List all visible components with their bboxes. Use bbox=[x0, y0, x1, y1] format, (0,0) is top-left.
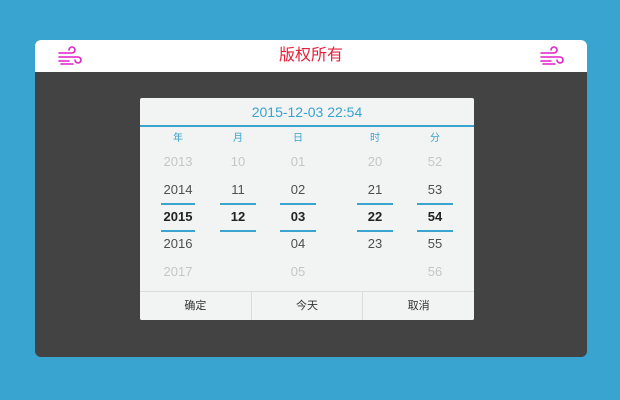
hour-option[interactable]: 23 bbox=[357, 234, 393, 254]
selection-line bbox=[417, 203, 453, 205]
picker-current-value: 2015-12-03 22:54 bbox=[140, 98, 474, 127]
minute-column[interactable]: 分 52 53 54 55 56 bbox=[417, 128, 453, 288]
minute-option-selected[interactable]: 54 bbox=[417, 207, 453, 227]
year-option[interactable]: 2016 bbox=[158, 234, 198, 254]
minute-option[interactable]: 56 bbox=[417, 262, 453, 282]
selection-line bbox=[220, 230, 256, 232]
hour-column[interactable]: 时 20 21 22 23 bbox=[357, 128, 393, 288]
wind-icon[interactable] bbox=[539, 45, 565, 67]
day-option[interactable]: 04 bbox=[280, 234, 316, 254]
selection-line bbox=[220, 203, 256, 205]
day-option[interactable]: 05 bbox=[280, 262, 316, 282]
hour-option[interactable]: 21 bbox=[357, 180, 393, 200]
confirm-button[interactable]: 确定 bbox=[140, 292, 252, 320]
month-column[interactable]: 月 10 11 12 bbox=[220, 128, 256, 288]
year-option[interactable]: 2014 bbox=[158, 180, 198, 200]
month-option[interactable]: 11 bbox=[220, 180, 256, 200]
column-label-year: 年 bbox=[173, 133, 183, 144]
day-column[interactable]: 日 01 02 03 04 05 bbox=[280, 128, 316, 288]
selection-line bbox=[161, 230, 195, 232]
minute-option[interactable]: 53 bbox=[417, 180, 453, 200]
column-label-day: 日 bbox=[293, 133, 303, 144]
year-option-selected[interactable]: 2015 bbox=[158, 207, 198, 227]
app-window: 版权所有 2015-12-03 22:54 年 2013 2014 2015 2… bbox=[35, 40, 587, 357]
day-option-selected[interactable]: 03 bbox=[280, 207, 316, 227]
cancel-button[interactable]: 取消 bbox=[363, 292, 474, 320]
month-option-selected[interactable]: 12 bbox=[220, 207, 256, 227]
year-column[interactable]: 年 2013 2014 2015 2016 2017 bbox=[158, 128, 198, 288]
month-option[interactable]: 10 bbox=[220, 152, 256, 172]
hour-option[interactable] bbox=[357, 262, 393, 282]
selection-line bbox=[357, 203, 393, 205]
month-option[interactable] bbox=[220, 234, 256, 254]
hour-option-selected[interactable]: 22 bbox=[357, 207, 393, 227]
column-label-month: 月 bbox=[233, 133, 243, 144]
column-label-minute: 分 bbox=[430, 133, 440, 144]
hour-option[interactable]: 20 bbox=[357, 152, 393, 172]
month-option[interactable] bbox=[220, 262, 256, 282]
minute-option[interactable]: 55 bbox=[417, 234, 453, 254]
day-option[interactable]: 01 bbox=[280, 152, 316, 172]
today-button[interactable]: 今天 bbox=[251, 292, 364, 320]
minute-option[interactable]: 52 bbox=[417, 152, 453, 172]
year-option[interactable]: 2017 bbox=[158, 262, 198, 282]
day-option[interactable]: 02 bbox=[280, 180, 316, 200]
selection-line bbox=[357, 230, 393, 232]
picker-footer: 确定 今天 取消 bbox=[140, 291, 474, 320]
selection-line bbox=[280, 230, 316, 232]
column-label-hour: 时 bbox=[370, 133, 380, 144]
page-title: 版权所有 bbox=[278, 47, 343, 64]
datetime-picker: 2015-12-03 22:54 年 2013 2014 2015 2016 2… bbox=[140, 98, 474, 320]
year-option[interactable]: 2013 bbox=[158, 152, 198, 172]
selection-line bbox=[161, 203, 195, 205]
selection-line bbox=[417, 230, 453, 232]
selection-line bbox=[280, 203, 316, 205]
header-bar: 版权所有 bbox=[35, 40, 587, 72]
